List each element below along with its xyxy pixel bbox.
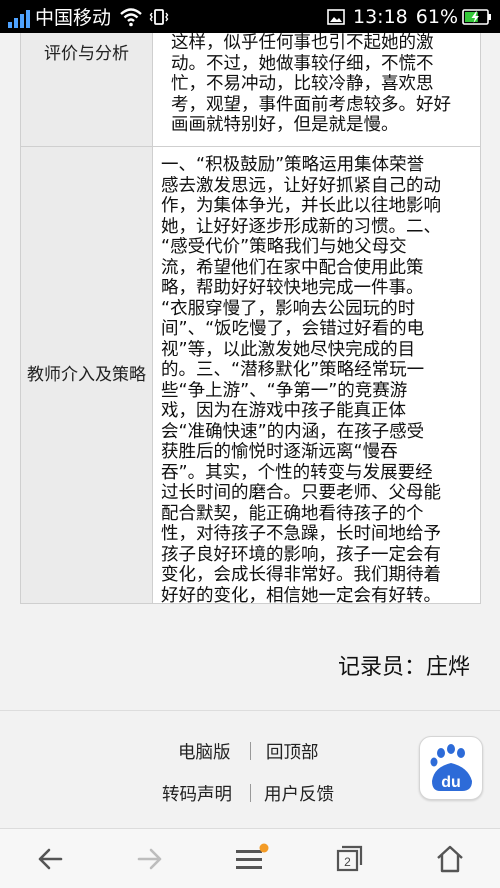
transcode-statement-link[interactable]: 转码声明 — [162, 781, 232, 806]
row-label-intervention: 教师介入及策略 — [21, 147, 153, 603]
status-bar: 中国移动 13:18 61% — [0, 0, 500, 33]
signal-icon — [8, 6, 32, 28]
home-icon — [437, 845, 463, 873]
table-row: 评价与分析 这样，似乎任何事也引不起她的激 动。不过，她做事较仔细，不慌不 忙，… — [21, 33, 480, 147]
forward-button[interactable] — [100, 829, 200, 888]
vibrate-icon — [149, 8, 169, 25]
text-line: 配合默契，能正确地看待孩子的个 — [161, 503, 424, 524]
text-line: 过长时间的磨合。只要老师、父母能 — [161, 483, 441, 503]
menu-badge — [259, 843, 269, 853]
baidu-paw-icon: du — [430, 744, 472, 791]
row-label-evaluation: 评价与分析 — [21, 33, 153, 146]
back-to-top-link[interactable]: 回顶部 — [266, 739, 319, 764]
baidu-logo-text: du — [441, 774, 461, 791]
text-line: 变化，会成长得非常好。我们期待着 — [161, 565, 441, 585]
text-line: 考，观望，事件面前考虑较多。好好 — [171, 94, 451, 115]
text-line: 些“争上游”、“争第一”的竞赛游 — [161, 380, 408, 401]
carrier-name: 中国移动 — [35, 7, 112, 29]
browser-toolbar: 2 — [0, 828, 500, 888]
clock: 13:18 — [353, 5, 408, 28]
text-line: 的。三、“潜移默化”策略经常玩一 — [161, 360, 425, 380]
text-line: 一、“积极鼓励”策略运用集体荣誉 — [161, 155, 425, 175]
battery-percent: 61% — [415, 5, 458, 28]
menu-button[interactable] — [200, 829, 300, 888]
text-line: 忙，不易冲动，比较冷静，喜欢思 — [171, 74, 434, 94]
tabs-button[interactable]: 2 — [300, 829, 400, 888]
tabs-icon: 2 — [336, 845, 363, 872]
image-notification-icon — [327, 8, 345, 25]
text-line: 会“准确快速”的内涵，在孩子感受 — [161, 421, 425, 442]
text-line: 性，对待孩子不急躁，长时间地给予 — [161, 524, 441, 544]
link-separator — [250, 742, 251, 760]
baidu-logo-button[interactable]: du — [419, 736, 483, 800]
text-line: 间”、“饭吃慢了，会错过好看的电 — [161, 319, 425, 339]
text-line: 好好的变化，相信她一定会有好转。 — [161, 585, 441, 606]
text-line: 获胜后的愉悦时逐渐远离“慢吞 — [161, 442, 398, 462]
link-separator — [250, 784, 251, 802]
forward-arrow-icon — [137, 848, 162, 870]
text-line: 感去激发思远，让好好抓紧自己的动 — [161, 175, 441, 196]
row-content-evaluation: 这样，似乎任何事也引不起她的激 动。不过，她做事较仔细，不慌不 忙，不易冲动，比… — [153, 33, 480, 136]
back-button[interactable] — [0, 829, 100, 888]
text-line: 动。不过，她做事较仔细，不慌不 — [171, 53, 434, 74]
text-line: 她，让好好逐步形成新的习惯。二、 — [161, 216, 441, 237]
wifi-icon — [120, 7, 142, 26]
text-line: 孩子良好环境的影响，孩子一定会有 — [161, 544, 441, 565]
text-line: 戏，因为在游戏中孩子能真正体 — [161, 401, 406, 421]
text-line: 作，为集体争光，并长此以往地影响 — [161, 196, 441, 216]
menu-icon — [236, 843, 269, 869]
back-arrow-icon — [38, 848, 63, 870]
row-content-intervention: 一、“积极鼓励”策略运用集体荣誉 感去激发思远，让好好抓紧自己的动 作，为集体争… — [153, 147, 480, 606]
text-line: “衣服穿慢了，影响去公园玩的时 — [161, 298, 416, 319]
record-table: 评价与分析 这样，似乎任何事也引不起她的激 动。不过，她做事较仔细，不慌不 忙，… — [20, 33, 481, 606]
text-line: “感受代价”策略我们与她父母交 — [161, 237, 407, 257]
recorder-signature: 记录员：庄烨 — [337, 655, 470, 680]
text-line: 流，希望他们在家中配合使用此策 — [161, 257, 424, 278]
text-line: 画画就特别好，但是就是慢。 — [171, 115, 399, 135]
text-line: 略，帮助好好较快地完成一件事。 — [161, 278, 424, 298]
home-button[interactable] — [400, 829, 500, 888]
text-line: 这样，似乎任何事也引不起她的激 — [171, 33, 434, 53]
tab-count: 2 — [344, 855, 351, 869]
text-line: 吞”。其实，个性的转变与发展要经 — [161, 462, 433, 483]
desktop-version-link[interactable]: 电脑版 — [178, 739, 231, 764]
battery-charging-icon — [462, 8, 491, 25]
table-row: 教师介入及策略 一、“积极鼓励”策略运用集体荣誉 感去激发思远，让好好抓紧自己的… — [21, 147, 480, 606]
user-feedback-link[interactable]: 用户反馈 — [264, 781, 334, 806]
text-line: 视”等，以此激发她尽快完成的目 — [161, 339, 416, 360]
